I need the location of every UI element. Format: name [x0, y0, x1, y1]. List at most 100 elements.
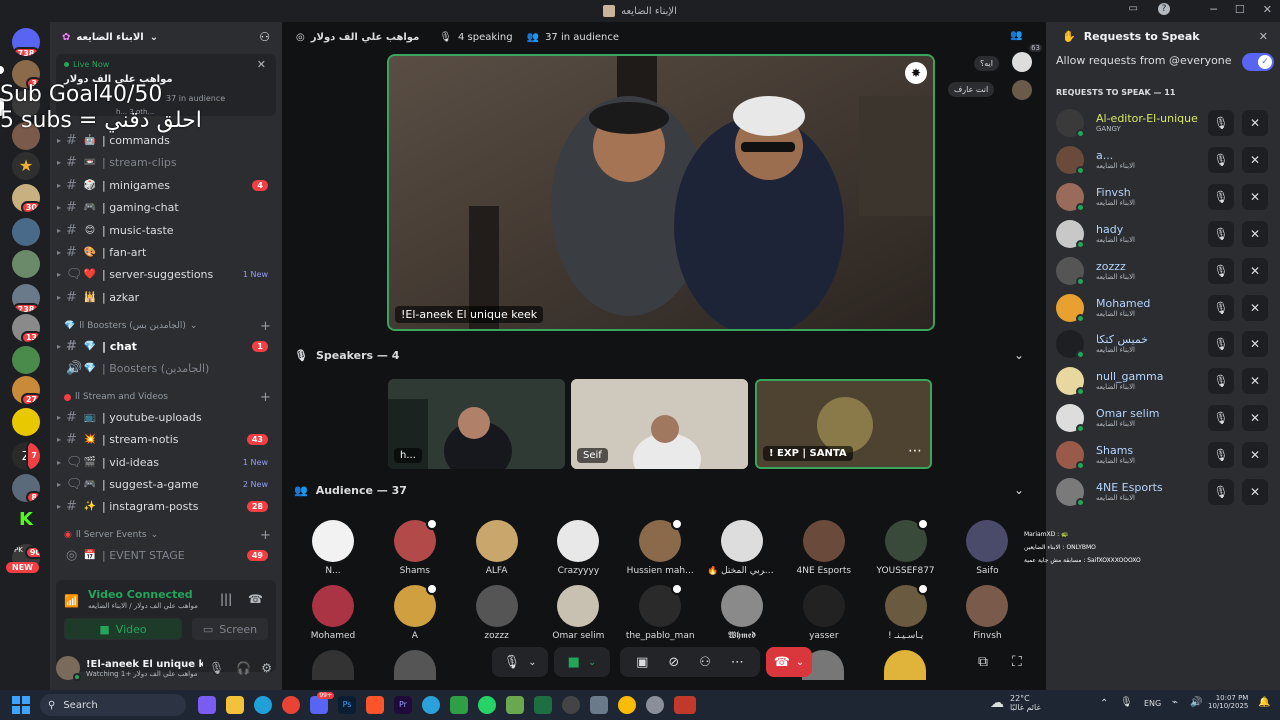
audience-member[interactable]: Crazyyyy — [543, 520, 613, 576]
server-header[interactable]: ✿ الابناء الضايعه ⌄ ⚇ — [50, 22, 282, 52]
direct-messages-button[interactable]: 738 — [12, 28, 40, 56]
server-icon[interactable]: ★ — [12, 152, 40, 180]
invite-to-speak-icon[interactable]: 🎙 — [1208, 405, 1234, 432]
speaker-tile[interactable]: Seif — [571, 379, 748, 469]
invite-to-speak-icon[interactable]: 🎙 — [1208, 257, 1234, 284]
chevron-up-icon[interactable]: ⌃ — [1100, 698, 1108, 709]
channel-stream-notis[interactable]: ▸ # 💥 | stream-notis 43 — [50, 428, 282, 450]
channel-minigames[interactable]: ▸ # 🎲 | minigames 4 — [50, 174, 282, 196]
invite-to-speak-icon[interactable]: 🎙 — [1208, 220, 1234, 247]
dismiss-request-icon[interactable]: ✕ — [1242, 220, 1268, 247]
channel-instagram-posts[interactable]: ▸ # ✨ | instagram-posts 28 — [50, 495, 282, 517]
help-icon[interactable]: ? — [1158, 3, 1170, 15]
screen-share-button[interactable]: ▭ Screen — [192, 618, 268, 640]
settings-gear-icon[interactable]: ⚙ — [261, 661, 272, 675]
invite-to-speak-icon[interactable]: 🎙 — [1208, 110, 1234, 136]
chrome-icon[interactable] — [282, 696, 300, 714]
premiere-icon[interactable]: Pr — [394, 696, 412, 714]
channel-youtube-uploads[interactable]: ▸ # 📺 | youtube-uploads — [50, 406, 282, 428]
camera-button[interactable]: ■ ⌄ — [554, 647, 610, 677]
category-stream[interactable]: ll Stream and Videos + — [64, 390, 271, 405]
request-item[interactable]: Al-editor-El-unique GANGY 🎙 ✕ — [1056, 106, 1276, 140]
channel-stream-clips[interactable]: ▸ # 📼 | stream-clips — [50, 151, 282, 173]
chevron-down-icon[interactable]: ⌄ — [1014, 483, 1024, 497]
settings-icon[interactable] — [646, 696, 664, 714]
audience-member[interactable]: Finvsh — [952, 585, 1022, 641]
taskbar-search[interactable]: ⚲ Search — [40, 694, 186, 716]
audience-avatar[interactable] — [312, 650, 354, 680]
channel-chat[interactable]: ▸ # 💎 | chat 1 — [50, 335, 282, 357]
audience-member[interactable]: N... — [298, 520, 368, 576]
audience-member[interactable]: ALFA — [462, 520, 532, 576]
telegram-icon[interactable] — [422, 696, 440, 714]
language-indicator[interactable]: ENG — [1144, 699, 1161, 708]
popout-icon[interactable]: ⧉ — [978, 654, 988, 670]
audience-avatar[interactable] — [884, 650, 926, 680]
moderator-icon[interactable]: ⚇ — [699, 655, 711, 670]
discord-taskbar-icon[interactable]: 99+ — [310, 692, 334, 714]
kick-server-icon[interactable]: K — [12, 506, 40, 534]
noise-suppression-icon[interactable]: ||| — [220, 592, 232, 606]
microphone-tray-icon[interactable]: 🎙 — [1120, 697, 1133, 708]
video-button[interactable]: ■ Video — [64, 618, 182, 640]
viewer-count-icon[interactable]: 👥 63 — [1010, 30, 1042, 52]
network-icon[interactable]: ⌁ — [1172, 697, 1178, 708]
dismiss-request-icon[interactable]: ✕ — [1242, 405, 1268, 432]
request-item[interactable]: Omar selim الابناء الضايعه 🎙 ✕ — [1056, 401, 1276, 435]
dismiss-request-icon[interactable]: ✕ — [1242, 294, 1268, 321]
weather-widget[interactable]: ☁ 22°C غائم غالبًا — [990, 694, 1041, 712]
app-icon[interactable] — [450, 696, 468, 714]
obs-icon[interactable] — [674, 696, 696, 714]
add-member-icon[interactable]: ⚇ — [259, 30, 270, 44]
request-item[interactable]: Mohamed الابناء الضايعه 🎙 ✕ — [1056, 291, 1276, 325]
mic-off-icon[interactable]: ⊘ — [668, 655, 679, 670]
invite-to-speak-icon[interactable]: 🎙 — [1208, 331, 1234, 358]
channel-fan-art[interactable]: ▸ # 🎨 | fan-art — [50, 241, 282, 263]
task-view-icon[interactable] — [198, 696, 216, 714]
invite-to-speak-icon[interactable]: 🎙 — [1208, 442, 1234, 469]
server-icon[interactable]: 13 — [12, 314, 40, 342]
avatar[interactable] — [56, 656, 81, 681]
notification-icon[interactable]: 🔔 — [1258, 697, 1270, 708]
speakers-header[interactable]: 🎙 Speakers — 4 — [294, 349, 399, 362]
audience-member[interactable]: Omar selim — [543, 585, 613, 641]
chatgpt-icon[interactable] — [562, 696, 580, 714]
leave-stage-button[interactable]: ☎ ⌄ — [766, 647, 812, 677]
whatsapp-icon[interactable] — [478, 696, 496, 714]
add-channel-icon[interactable]: + — [260, 528, 271, 543]
category-events[interactable]: ◉ ll Server Events ⌄ + — [64, 528, 271, 543]
mic-icon[interactable]: 🎙 — [209, 661, 224, 675]
screen-share-icon[interactable]: ▣ — [636, 655, 648, 670]
request-item[interactable]: hady الابناء الضايعه 🎙 ✕ — [1056, 217, 1276, 251]
fullscreen-icon[interactable]: ⛶ — [1012, 654, 1022, 670]
dismiss-request-icon[interactable]: ✕ — [1242, 479, 1268, 505]
request-item[interactable]: zozzz الابناء الضايعه 🎙 ✕ — [1056, 254, 1276, 288]
disconnect-icon[interactable]: ☎ — [248, 592, 263, 606]
audience-member[interactable]: Saifo — [952, 520, 1022, 576]
inbox-icon[interactable]: ▭ — [1129, 3, 1138, 15]
channel-azkar[interactable]: ▸ # 🕌 | azkar — [50, 286, 282, 308]
app-icon[interactable] — [590, 696, 608, 714]
dismiss-request-icon[interactable]: ✕ — [1242, 110, 1268, 136]
steam-server-icon[interactable] — [12, 408, 40, 436]
add-channel-icon[interactable]: + — [260, 390, 271, 405]
photoshop-icon[interactable]: Ps — [338, 696, 356, 714]
headphones-icon[interactable]: 🎧 — [236, 661, 251, 675]
channel-suggest-a-game[interactable]: ▸ 🗨 🎮 | suggest-a-game 2 New — [50, 473, 282, 495]
allow-requests-toggle[interactable]: ✓ — [1242, 53, 1274, 71]
server-icon[interactable]: 8 — [12, 474, 40, 502]
invite-to-speak-icon[interactable]: 🎙 — [1208, 368, 1234, 395]
file-explorer-icon[interactable] — [226, 696, 244, 714]
invite-to-speak-icon[interactable]: 🎙 — [1208, 183, 1234, 210]
pin-video-icon[interactable]: ✸ — [905, 62, 927, 84]
channel-boosters-voice[interactable]: 🔊 💎 | Boosters (الجامدين) — [50, 357, 282, 379]
audience-member[interactable]: ! يـاسـيـنـ — [871, 583, 941, 641]
audience-member[interactable]: YOUSSEF877 — [871, 518, 941, 576]
invite-to-speak-icon[interactable]: 🎙 — [1208, 479, 1234, 505]
dismiss-request-icon[interactable]: ✕ — [1242, 257, 1268, 284]
server-icon[interactable]: 238 — [12, 284, 40, 312]
request-item[interactable]: Shams الابناء الضايعه 🎙 ✕ — [1056, 438, 1276, 472]
add-channel-icon[interactable]: + — [260, 319, 271, 334]
speaker-tile[interactable]: ! EXP | SANTA ⋯ — [755, 379, 932, 469]
audience-member[interactable]: Shams — [380, 518, 450, 576]
